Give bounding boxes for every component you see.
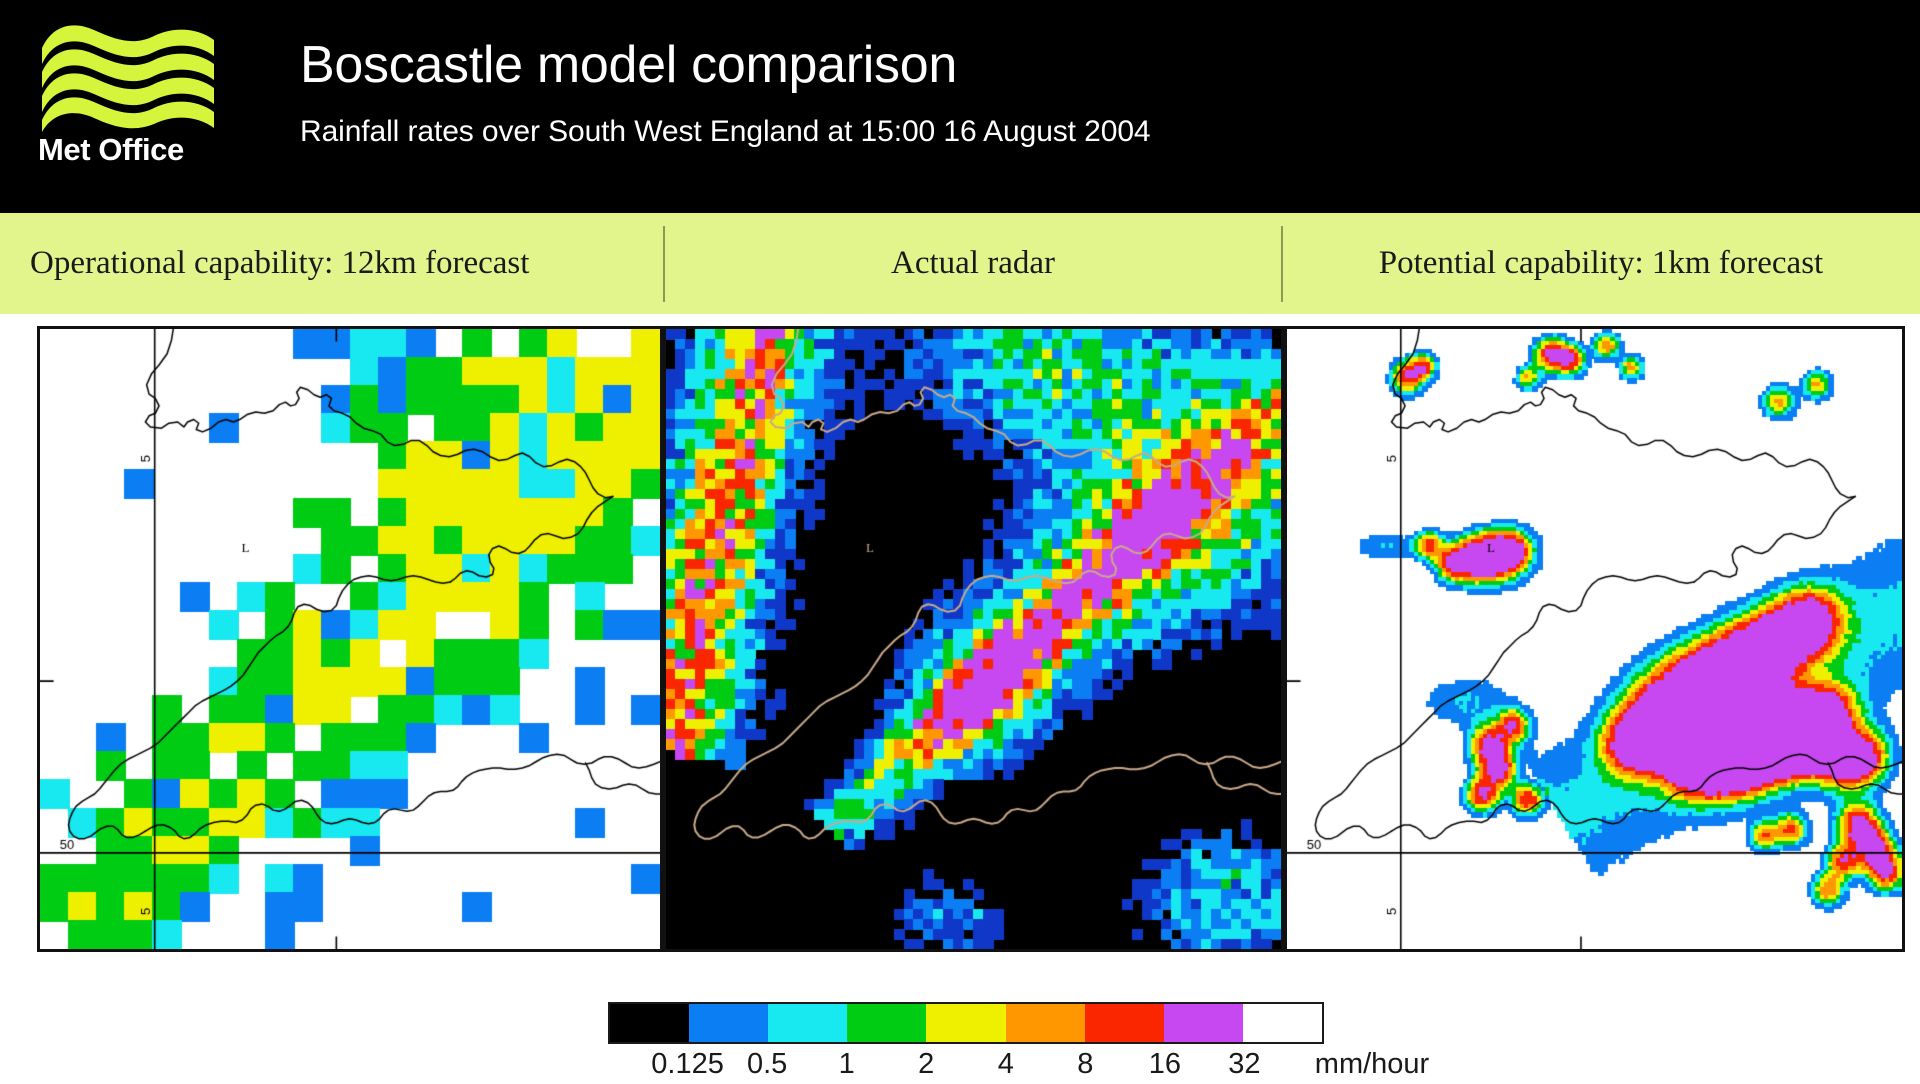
- panel-header-label: Actual radar: [891, 245, 1055, 281]
- colorbar-tick-labels: 0.125 0.5 1 2 4 8 16 32 mm/hour: [608, 1048, 1429, 1084]
- rainfall-map-radar: [666, 329, 1281, 949]
- colorbar-swatches: [608, 1002, 1324, 1044]
- colorbar-swatch: [847, 1004, 927, 1042]
- title-block: Boscastle model comparison Rainfall rate…: [300, 34, 1860, 152]
- met-office-wordmark: Met Office: [38, 132, 184, 167]
- colorbar-swatch: [610, 1004, 690, 1042]
- met-office-wave-icon: [42, 25, 214, 132]
- panel-header-label: Potential capability: 1km forecast: [1378, 245, 1824, 281]
- header-divider: [1281, 226, 1283, 302]
- colorbar-tick: 0.125: [651, 1048, 724, 1080]
- colorbar-tick: 4: [997, 1048, 1014, 1080]
- page-title: Boscastle model comparison: [300, 36, 957, 94]
- colorbar-tick: 1: [838, 1048, 855, 1080]
- met-office-logo: Met Office: [38, 20, 218, 175]
- panel-header-bar: Operational capability: 12km forecast Ac…: [0, 213, 1920, 314]
- colorbar-tick: 0.5: [746, 1048, 788, 1080]
- panel-header-label: Operational capability: 12km forecast: [30, 245, 530, 281]
- colorbar-legend: 0.125 0.5 1 2 4 8 16 32 mm/hour: [608, 1002, 1429, 1084]
- panel-header-potential: Potential capability: 1km forecast: [1282, 213, 1920, 314]
- colorbar-tick: 16: [1148, 1048, 1182, 1080]
- colorbar-swatch: [768, 1004, 848, 1042]
- colorbar-swatch: [1242, 1004, 1322, 1042]
- page-subtitle: Rainfall rates over South West England a…: [300, 115, 1151, 148]
- rainfall-map-12km: [40, 329, 660, 949]
- panel-header-radar: Actual radar: [664, 213, 1282, 314]
- colorbar-swatch: [1084, 1004, 1164, 1042]
- colorbar-swatch: [926, 1004, 1006, 1042]
- colorbar-swatch: [689, 1004, 769, 1042]
- map-panel-operational-12km: [37, 326, 663, 952]
- colorbar-tick: 32: [1228, 1048, 1261, 1080]
- map-panel-actual-radar: [663, 326, 1284, 952]
- map-panel-potential-1km: [1284, 326, 1905, 952]
- rainfall-map-1km: [1287, 329, 1902, 949]
- colorbar-units-label: mm/hour: [1314, 1048, 1430, 1080]
- header-divider: [663, 226, 665, 302]
- colorbar-tick: 2: [918, 1048, 935, 1080]
- colorbar-tick: 8: [1077, 1048, 1094, 1080]
- panel-header-operational: Operational capability: 12km forecast: [0, 213, 664, 314]
- colorbar-swatch: [1005, 1004, 1085, 1042]
- page-header: Met Office Boscastle model comparison Ra…: [0, 0, 1920, 213]
- colorbar-swatch: [1163, 1004, 1243, 1042]
